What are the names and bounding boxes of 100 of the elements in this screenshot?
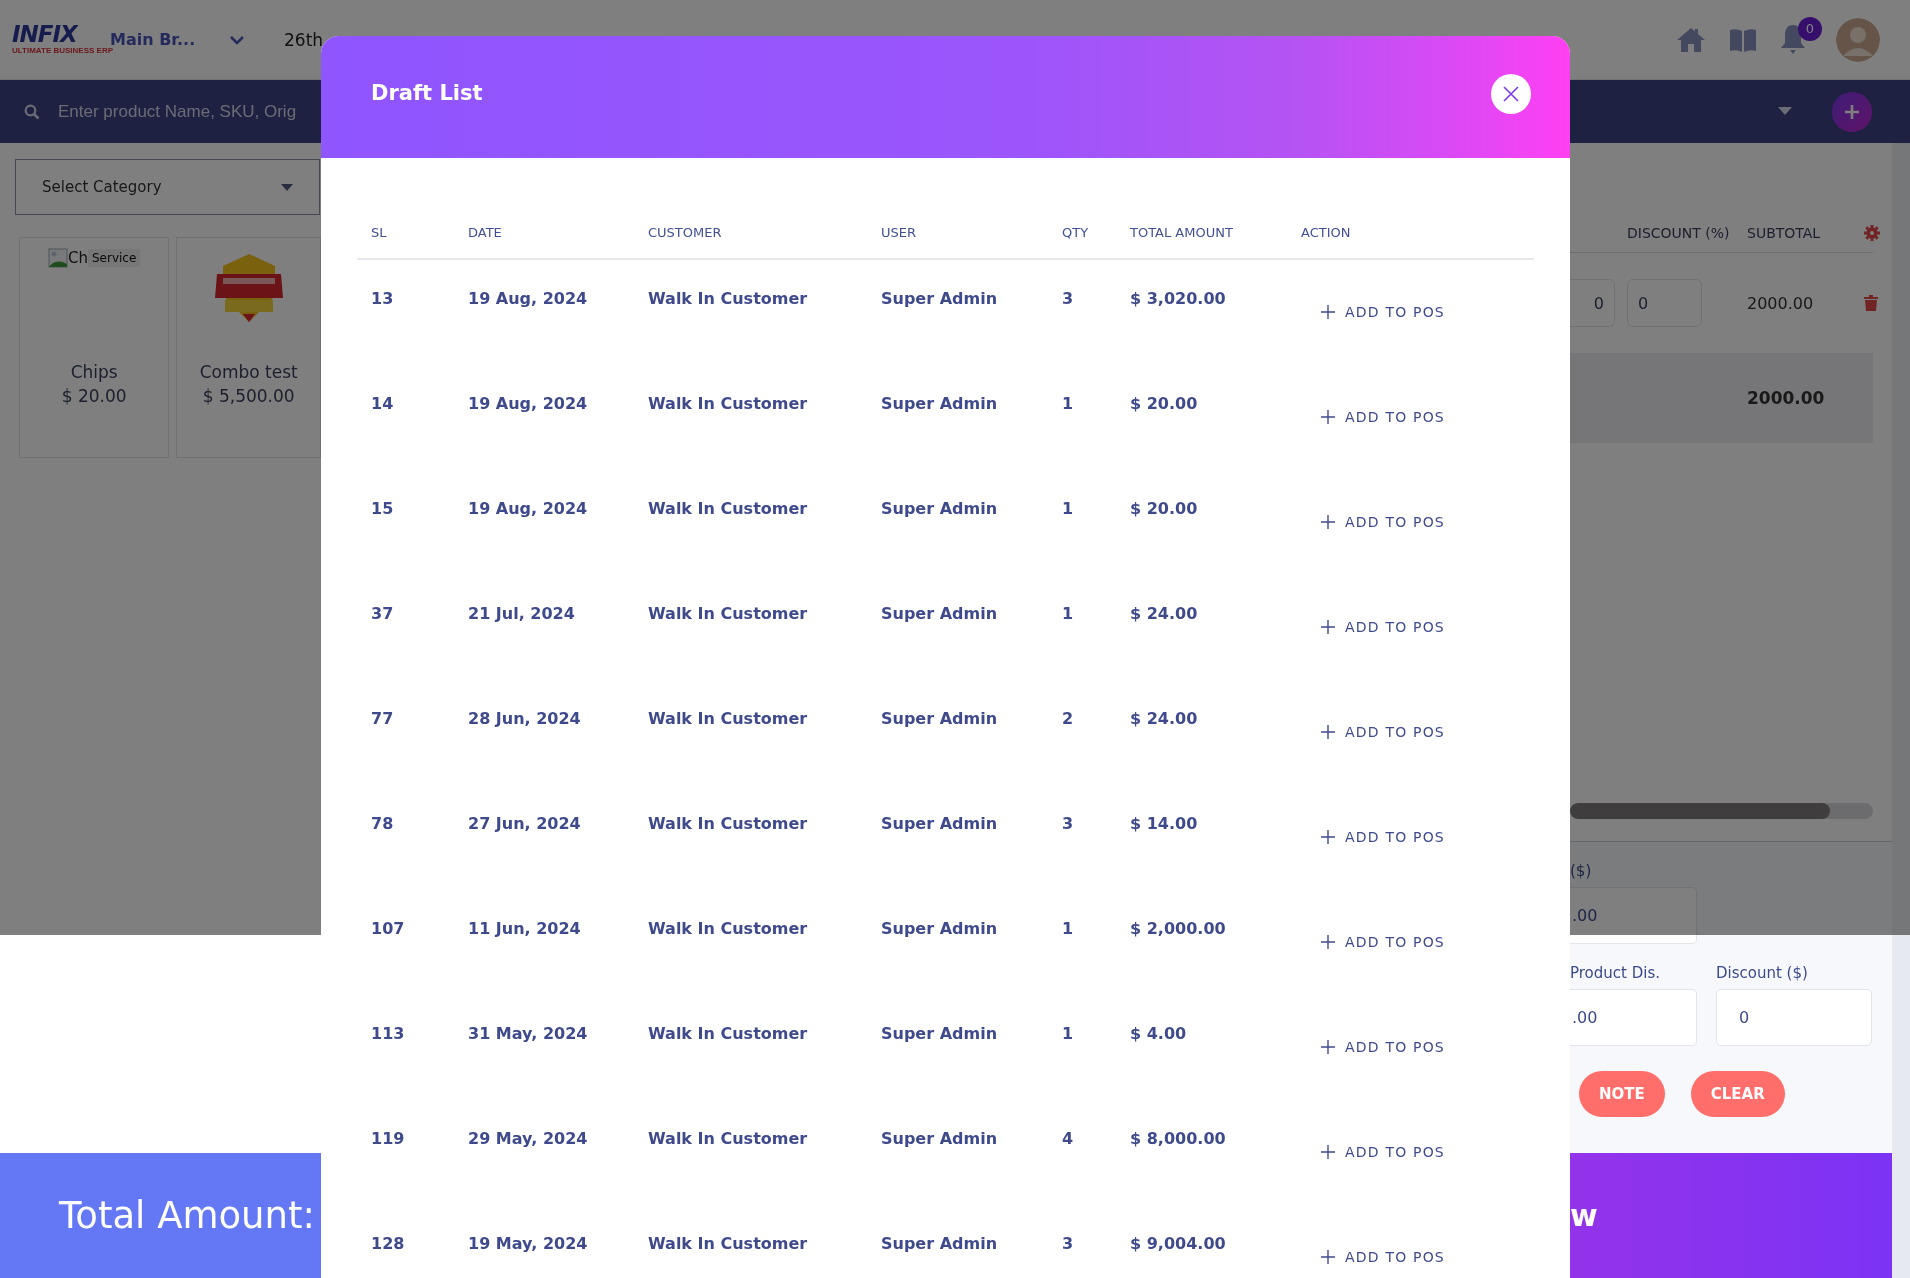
- column-header: SL: [370, 224, 388, 242]
- add-to-pos-button[interactable]: ADD TO POS: [1321, 617, 1445, 637]
- table-cell-text: 128: [370, 1233, 406, 1255]
- table-cell-text: Walk In Customer: [647, 1128, 809, 1150]
- table-cell-text: 14: [370, 393, 395, 415]
- add-to-pos-button[interactable]: ADD TO POS: [1321, 302, 1445, 322]
- add-to-pos-button[interactable]: ADD TO POS: [1321, 827, 1445, 847]
- scrollbar-track[interactable]: [1892, 143, 1910, 1278]
- search-field[interactable]: Enter product Name, SKU, Orig: [58, 101, 316, 122]
- table-cell-text: 19 Aug, 2024: [467, 498, 589, 520]
- product-name: Chips: [70, 362, 118, 382]
- table-cell-text: 119: [370, 1128, 406, 1150]
- table-cell-text: 2: [1061, 708, 1075, 730]
- add-to-pos-button[interactable]: ADD TO POS: [1321, 1247, 1445, 1267]
- table-cell-text: $ 8,000.00: [1129, 1128, 1227, 1150]
- caret-icon: [281, 183, 293, 191]
- table-cell-text: Walk In Customer: [647, 918, 809, 940]
- table-cell-text: 113: [370, 1023, 406, 1045]
- plus-icon: [1321, 725, 1335, 739]
- column-header: QTY: [1061, 224, 1090, 242]
- notification-badge: 0: [1798, 16, 1822, 41]
- plus-icon: [1321, 410, 1335, 424]
- field-label: Product Dis.: [1570, 964, 1662, 984]
- table-cell-text: Super Admin: [880, 1233, 999, 1255]
- column-header: ACTION: [1300, 224, 1352, 242]
- add-to-pos-button[interactable]: ADD TO POS: [1321, 722, 1445, 742]
- table-cell-text: Super Admin: [880, 1128, 999, 1150]
- plus-icon: [1321, 515, 1335, 529]
- subtotal-text: 2000.00: [1747, 293, 1815, 313]
- plus-icon: [1321, 935, 1335, 949]
- date-text: 26th: [284, 29, 324, 50]
- input-field[interactable]: .00: [1570, 989, 1697, 1046]
- home-icon[interactable]: [1676, 25, 1706, 54]
- table-cell-text: 1: [1061, 1023, 1075, 1045]
- product-card[interactable]: Combo test $ 5,500.00: [176, 237, 321, 458]
- plus-icon: [1321, 1040, 1335, 1054]
- table-cell-text: 4: [1061, 1128, 1075, 1150]
- bell-icon[interactable]: [1780, 22, 1806, 55]
- table-cell-text: 19 Aug, 2024: [467, 393, 589, 415]
- column-header: CUSTOMER: [647, 224, 723, 242]
- table-cell-text: 19 May, 2024: [467, 1233, 589, 1255]
- trash-icon[interactable]: [1864, 295, 1878, 311]
- table-cell-text: Walk In Customer: [647, 1233, 809, 1255]
- plus-icon: [1321, 830, 1335, 844]
- table-cell-text: 1: [1061, 603, 1075, 625]
- add-button[interactable]: [1832, 91, 1872, 132]
- image-alt-text: Ch: [68, 249, 88, 267]
- add-to-pos-button[interactable]: ADD TO POS: [1321, 1037, 1445, 1057]
- add-to-pos-button[interactable]: ADD TO POS: [1321, 407, 1445, 427]
- scrollbar[interactable]: [1570, 803, 1873, 819]
- close-button[interactable]: [1491, 74, 1531, 114]
- table-cell-text: Super Admin: [880, 918, 999, 940]
- product-name: Combo test: [199, 362, 298, 382]
- table-cell-text: $ 3,020.00: [1129, 288, 1227, 310]
- avatar[interactable]: [1836, 17, 1880, 62]
- table-cell-text: 31 May, 2024: [467, 1023, 589, 1045]
- product-card[interactable]: Ch Service Chips $ 20.00: [19, 237, 170, 458]
- add-to-pos-button[interactable]: ADD TO POS: [1321, 932, 1445, 952]
- add-to-pos-button[interactable]: ADD TO POS: [1321, 512, 1445, 532]
- table-cell-text: Walk In Customer: [647, 813, 809, 835]
- table-cell-text: 13: [370, 288, 395, 310]
- input-field[interactable]: 0: [1570, 279, 1615, 327]
- plus-icon: [1321, 1250, 1335, 1264]
- table-cell-text: $ 2,000.00: [1129, 918, 1227, 940]
- product-price: $ 20.00: [61, 386, 127, 406]
- caret-icon[interactable]: [1778, 107, 1792, 116]
- table-cell-text: Super Admin: [880, 708, 999, 730]
- table-cell-text: 3: [1061, 813, 1075, 835]
- table-cell-text: Super Admin: [880, 393, 999, 415]
- search-icon: [24, 103, 40, 120]
- table-cell-text: 37: [370, 603, 395, 625]
- plus-icon: [1321, 620, 1335, 634]
- table-cell-text: 1: [1061, 918, 1075, 940]
- table-cell-text: 29 May, 2024: [467, 1128, 589, 1150]
- modal-title: Draft List: [371, 81, 484, 105]
- column-header: TOTAL AMOUNT: [1129, 224, 1234, 242]
- plus-icon: [1321, 305, 1335, 319]
- field-label: ($): [1570, 862, 1593, 882]
- input-field[interactable]: 0: [1716, 989, 1872, 1046]
- table-cell-text: $ 14.00: [1129, 813, 1199, 835]
- total-amount-label: Total Amount:: [0, 1153, 321, 1278]
- table-cell-text: 3: [1061, 288, 1075, 310]
- table-cell-text: 21 Jul, 2024: [467, 603, 576, 625]
- action-bar[interactable]: w: [1570, 1153, 1892, 1278]
- add-to-pos-button[interactable]: ADD TO POS: [1321, 1142, 1445, 1162]
- table-cell-text: 19 Aug, 2024: [467, 288, 589, 310]
- table-cell-text: $ 4.00: [1129, 1023, 1188, 1045]
- chevron-down-icon[interactable]: [230, 34, 244, 45]
- table-cell-text: Walk In Customer: [647, 1023, 809, 1045]
- table-cell-text: $ 20.00: [1129, 498, 1199, 520]
- table-cell-text: Super Admin: [880, 1023, 999, 1045]
- close-icon: [1503, 86, 1519, 102]
- input-field[interactable]: .00: [1570, 887, 1697, 944]
- table-cell-text: Walk In Customer: [647, 708, 809, 730]
- table-cell-text: 78: [370, 813, 395, 835]
- discount-field[interactable]: 0: [1627, 279, 1702, 327]
- table-cell-text: Super Admin: [880, 498, 999, 520]
- column-header: SUBTOTAL: [1747, 223, 1822, 241]
- table-cell-text: 107: [370, 918, 406, 940]
- category-select[interactable]: Select Category: [15, 159, 320, 215]
